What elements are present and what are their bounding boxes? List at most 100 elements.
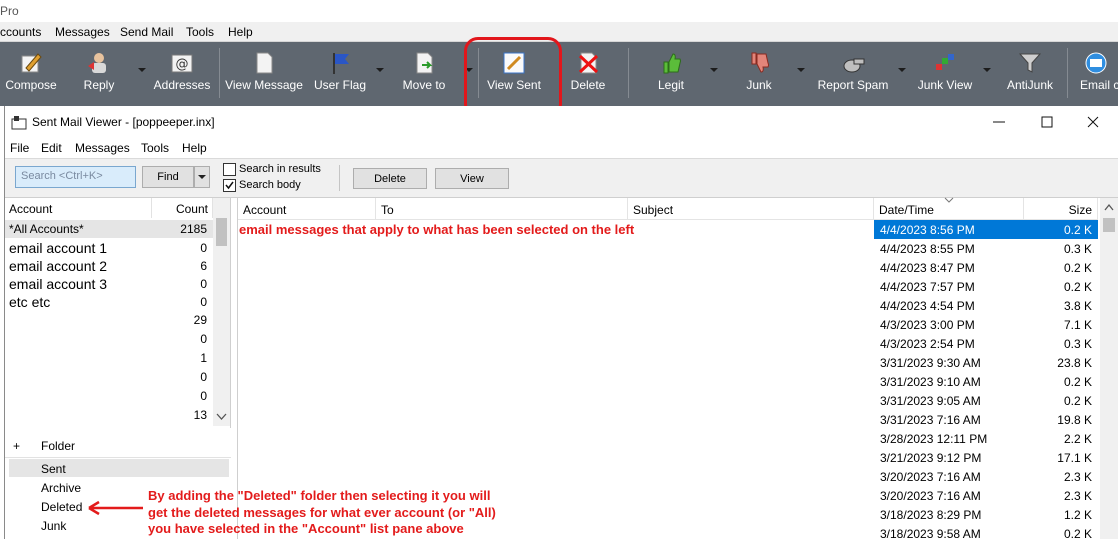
window-title: Sent Mail Viewer - [poppeeper.inx] xyxy=(32,115,215,129)
app-title-bar: Pro xyxy=(0,0,1118,22)
account-row[interactable]: 13 xyxy=(5,406,213,424)
account-row[interactable]: email account 2 6 xyxy=(5,257,213,275)
message-row[interactable]: 3/31/2023 9:30 AM 23.8 K xyxy=(874,353,1098,372)
thumbs-up-icon xyxy=(663,53,681,74)
wmenu-tools[interactable]: Tools xyxy=(141,141,169,155)
message-row[interactable]: 3/31/2023 7:16 AM 19.8 K xyxy=(874,410,1098,429)
compose-icon xyxy=(21,53,42,73)
user-flag-button[interactable]: User Flag xyxy=(312,42,368,106)
scroll-up-icon[interactable] xyxy=(1100,201,1118,215)
col-header-folder[interactable]: Folder xyxy=(41,439,75,453)
message-row[interactable]: 3/28/2023 12:11 PM 2.2 K xyxy=(874,429,1098,448)
folder-junk[interactable]: Junk xyxy=(41,519,66,533)
compose-button[interactable]: Compose xyxy=(0,42,62,106)
account-row[interactable]: email account 1 0 xyxy=(5,239,213,257)
report-spam-button[interactable]: Report Spam xyxy=(812,42,894,106)
find-button[interactable]: Find xyxy=(142,166,194,188)
col-header-msg-account[interactable]: Account xyxy=(238,198,376,220)
message-row[interactable]: 4/4/2023 4:54 PM 3.8 K xyxy=(874,296,1098,315)
col-header-account[interactable]: Account xyxy=(5,198,152,218)
folder-sent[interactable]: Sent xyxy=(41,462,66,476)
folder-deleted[interactable]: Deleted xyxy=(41,500,82,514)
message-row[interactable]: 3/21/2023 9:12 PM 17.1 K xyxy=(874,448,1098,467)
minimize-icon[interactable] xyxy=(989,112,1009,132)
account-row[interactable]: 29 xyxy=(5,311,213,329)
message-row[interactable]: 4/4/2023 8:47 PM 0.2 K xyxy=(874,258,1098,277)
sort-descending-icon xyxy=(944,197,954,203)
account-row[interactable]: 1 xyxy=(5,349,213,367)
message-row[interactable]: 3/18/2023 9:58 AM 0.2 K xyxy=(874,524,1098,543)
junk-view-dropdown[interactable] xyxy=(983,68,991,74)
view-button[interactable]: View xyxy=(435,168,509,189)
account-row[interactable]: etc etc 0 xyxy=(5,293,213,311)
folder-expander[interactable]: + xyxy=(13,439,20,453)
wmenu-file[interactable]: File xyxy=(10,141,29,155)
account-row[interactable]: 0 xyxy=(5,387,213,405)
message-row[interactable]: 4/3/2023 3:00 PM 7.1 K xyxy=(874,315,1098,334)
menu-messages[interactable]: Messages xyxy=(55,25,110,39)
maximize-icon[interactable] xyxy=(1037,112,1057,132)
col-header-subject[interactable]: Subject xyxy=(628,198,874,220)
message-row[interactable]: 3/20/2023 7:16 AM 2.3 K xyxy=(874,486,1098,505)
user-flag-dropdown[interactable] xyxy=(376,68,384,74)
move-to-icon xyxy=(416,52,433,74)
window-title-bar: Sent Mail Viewer - [poppeeper.inx] xyxy=(5,106,1118,138)
delete-button[interactable]: Delete xyxy=(353,168,427,189)
search-body-label: Search body xyxy=(239,179,301,191)
message-row[interactable]: 3/18/2023 8:29 PM 1.2 K xyxy=(874,505,1098,524)
accounts-scrollbar[interactable] xyxy=(213,198,230,426)
scroll-down-icon[interactable] xyxy=(213,410,230,424)
col-header-count[interactable]: Count xyxy=(152,198,213,218)
junk-view-button[interactable]: Junk View xyxy=(912,42,978,106)
move-to-button[interactable]: Move to xyxy=(396,42,452,106)
col-header-datetime[interactable]: Date/Time xyxy=(874,197,1024,220)
account-row[interactable]: 0 xyxy=(5,368,213,386)
chevron-down-icon xyxy=(198,175,206,179)
search-in-results-checkbox[interactable] xyxy=(223,163,236,176)
flag-icon xyxy=(333,53,349,74)
legit-dropdown[interactable] xyxy=(710,68,718,74)
search-in-results-label: Search in results xyxy=(239,163,321,175)
wmenu-edit[interactable]: Edit xyxy=(41,141,62,155)
delete-toolbar-button[interactable]: Delete xyxy=(562,42,614,106)
message-row[interactable]: 3/31/2023 9:05 AM 0.2 K xyxy=(874,391,1098,410)
sent-mail-viewer-window: Sent Mail Viewer - [poppeeper.inx] File … xyxy=(4,106,1118,541)
wmenu-messages[interactable]: Messages xyxy=(75,141,130,155)
menu-send-mail[interactable]: Send Mail xyxy=(120,25,173,39)
app-window-icon xyxy=(11,116,27,130)
col-header-size[interactable]: Size xyxy=(1024,198,1098,220)
col-header-to[interactable]: To xyxy=(376,198,628,220)
reply-dropdown[interactable] xyxy=(138,68,146,74)
menu-tools[interactable]: Tools xyxy=(186,25,214,39)
message-row[interactable]: 4/4/2023 8:56 PM 0.2 K xyxy=(874,220,1098,239)
email-check-button[interactable]: Email c xyxy=(1074,42,1118,106)
wmenu-help[interactable]: Help xyxy=(182,141,207,155)
window-toolbar: Search <Ctrl+K> Find Search in results S… xyxy=(5,158,1118,198)
addresses-button[interactable]: @ Addresses xyxy=(152,42,212,106)
message-row[interactable]: 4/4/2023 8:55 PM 0.3 K xyxy=(874,239,1098,258)
account-row[interactable]: 0 xyxy=(5,330,213,348)
folder-archive[interactable]: Archive xyxy=(41,481,81,495)
close-icon[interactable] xyxy=(1083,112,1103,132)
message-row[interactable]: 4/4/2023 7:57 PM 0.2 K xyxy=(874,277,1098,296)
find-dropdown[interactable] xyxy=(194,166,210,188)
junk-button[interactable]: Junk xyxy=(734,42,784,106)
account-row[interactable]: *All Accounts* 2185 xyxy=(5,220,213,238)
search-body-checkbox[interactable] xyxy=(223,179,236,192)
message-row[interactable]: 3/20/2023 7:16 AM 2.3 K xyxy=(874,467,1098,486)
reply-button[interactable]: Reply xyxy=(72,42,126,106)
menu-help[interactable]: Help xyxy=(228,25,253,39)
legit-button[interactable]: Legit xyxy=(646,42,696,106)
antijunk-button[interactable]: AntiJunk xyxy=(1000,42,1060,106)
view-message-button[interactable]: View Message xyxy=(224,42,304,106)
message-row[interactable]: 3/31/2023 9:10 AM 0.2 K xyxy=(874,372,1098,391)
junk-dropdown[interactable] xyxy=(797,68,805,74)
delete-icon xyxy=(578,52,599,74)
search-input[interactable]: Search <Ctrl+K> xyxy=(15,166,136,188)
account-row[interactable]: email account 3 0 xyxy=(5,275,213,293)
messages-scrollbar[interactable] xyxy=(1100,198,1118,539)
deleted-annotation-line-1: By adding the "Deleted" folder then sele… xyxy=(148,488,491,503)
menu-accounts[interactable]: ccounts xyxy=(0,25,41,39)
report-spam-dropdown[interactable] xyxy=(898,68,906,74)
message-row[interactable]: 4/3/2023 2:54 PM 0.3 K xyxy=(874,334,1098,353)
